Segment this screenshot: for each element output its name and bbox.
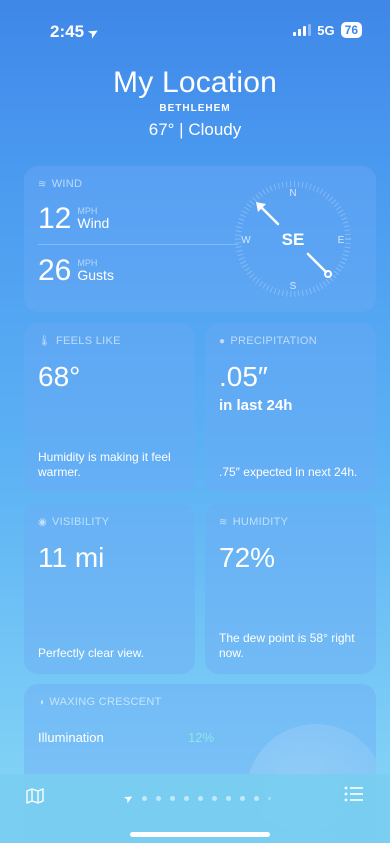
signal-icon <box>293 24 312 36</box>
page-dot[interactable] <box>184 796 190 801</box>
page-indicator[interactable]: ➤ <box>121 791 272 806</box>
page-dot[interactable] <box>268 797 272 800</box>
location-title: My Location <box>113 66 277 99</box>
wind-speed-label: Wind <box>77 215 110 232</box>
wind-direction: SE <box>282 230 305 249</box>
current-conditions: 67° | Cloudy <box>148 120 242 139</box>
location-arrow-icon[interactable]: ➤ <box>121 791 136 806</box>
wind-gusts-row: 26 MPH Gusts <box>38 254 114 288</box>
location-arrow-icon: ➤ <box>84 23 102 42</box>
list-icon[interactable] <box>344 786 364 807</box>
eye-icon: ◉ <box>38 516 48 528</box>
page-dot[interactable] <box>156 796 162 801</box>
feels-like-description: Humidity is making it feel warmer. <box>38 449 171 480</box>
compass-e: E <box>338 235 345 246</box>
visibility-value: 11 mi <box>38 542 105 573</box>
visibility-header: ◉ VISIBILITY <box>38 516 181 528</box>
time-text: 2:45 <box>50 22 85 41</box>
precipitation-period: in last 24h <box>219 397 293 414</box>
location-header: My Location BETHLEHEM 67° | Cloudy <box>0 66 390 140</box>
page-dot[interactable] <box>226 796 232 801</box>
status-time: 2:45➤ <box>50 22 102 42</box>
status-indicators: 5G 76 <box>293 22 362 38</box>
feels-like-header: 🌡︎ FEELS LIKE <box>38 335 181 347</box>
wind-gusts-value: 26 <box>38 254 72 287</box>
humidity-card[interactable]: ≋ HUMIDITY 72% The dew point is 58° righ… <box>205 504 376 674</box>
visibility-description: Perfectly clear view. <box>38 646 145 661</box>
wind-icon: ≋ <box>38 178 47 190</box>
page-dot[interactable] <box>254 796 260 801</box>
humidity-value: 72% <box>219 542 276 573</box>
illumination-label: Illumination <box>38 730 104 745</box>
drop-icon: ● <box>219 335 226 347</box>
feels-like-card[interactable]: 🌡︎ FEELS LIKE 68° Humidity is making it … <box>24 323 195 493</box>
compass-n: N <box>289 188 296 199</box>
network-label: 5G <box>317 22 335 38</box>
precipitation-heading: PRECIPITATION <box>230 335 317 347</box>
feels-like-heading: FEELS LIKE <box>56 335 121 347</box>
map-icon[interactable] <box>26 788 44 809</box>
humidity-description: The dew point is 58° right now. <box>219 630 355 661</box>
page-dot[interactable] <box>170 796 176 801</box>
battery-icon: 76 <box>340 22 362 38</box>
home-indicator[interactable] <box>130 832 270 837</box>
page-dot[interactable] <box>212 796 218 801</box>
humidity-heading: HUMIDITY <box>232 516 289 528</box>
compass-w: W <box>241 235 251 246</box>
feels-like-value: 68° <box>38 361 81 392</box>
compass-s: S <box>290 281 297 292</box>
moon-heading: WAXING CRESCENT <box>49 696 162 708</box>
precipitation-description: .75″ expected in next 24h. <box>219 465 358 480</box>
page-dot[interactable] <box>198 796 204 801</box>
precipitation-value: .05″ <box>219 361 268 392</box>
page-dot[interactable] <box>142 796 148 801</box>
wind-divider <box>38 244 238 245</box>
moon-icon: ◑ <box>38 696 45 708</box>
wind-speed-row: 12 MPH Wind <box>38 202 109 236</box>
wind-heading: WIND <box>51 178 83 190</box>
illumination-value: 12% <box>188 730 215 745</box>
wind-card[interactable]: ≋ WIND 12 MPH Wind 26 MPH Gusts N E S W … <box>24 166 376 312</box>
location-subtitle: BETHLEHEM <box>159 103 231 114</box>
humidity-header: ≋ HUMIDITY <box>219 516 362 528</box>
moon-header: ◑ WAXING CRESCENT <box>38 696 362 708</box>
status-bar: 2:45➤ 5G 76 <box>0 0 390 54</box>
precipitation-card[interactable]: ● PRECIPITATION .05″ in last 24h .75″ ex… <box>205 323 376 493</box>
visibility-heading: VISIBILITY <box>52 516 110 528</box>
humidity-icon: ≋ <box>219 516 228 528</box>
visibility-card[interactable]: ◉ VISIBILITY 11 mi Perfectly clear view. <box>24 504 195 674</box>
wind-compass: N E S W SE <box>235 181 351 297</box>
wind-speed-value: 12 <box>38 202 72 235</box>
wind-gusts-label: Gusts <box>77 267 114 284</box>
page-dot[interactable] <box>240 796 246 801</box>
precipitation-header: ● PRECIPITATION <box>219 335 362 347</box>
thermometer-icon: 🌡︎ <box>38 335 51 347</box>
